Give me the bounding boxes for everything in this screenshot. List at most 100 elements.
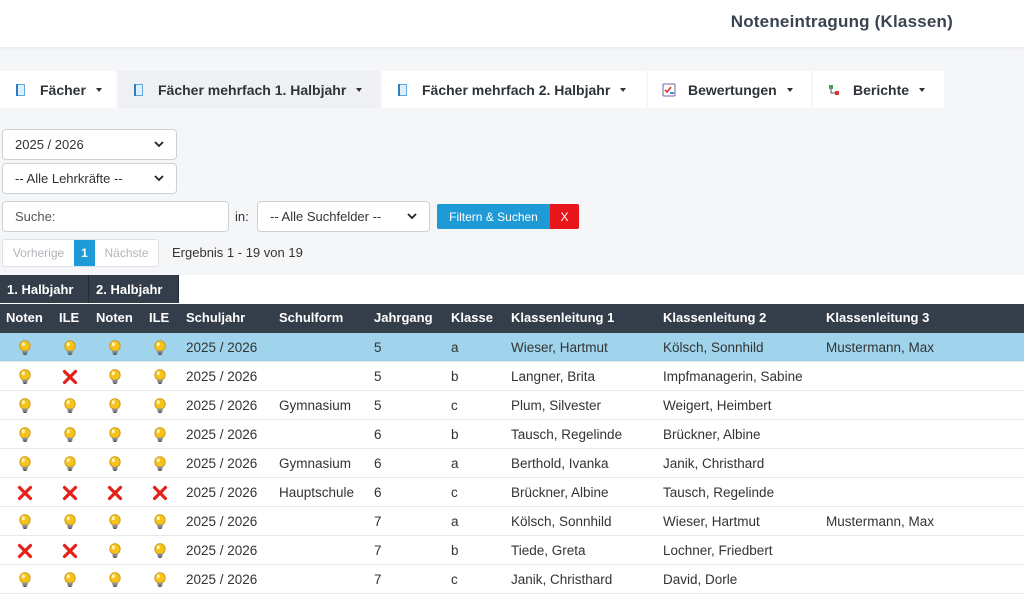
table-row[interactable]: 2025 / 2026 7 a Kölsch, Sonnhild Wieser, Har…: [0, 507, 1024, 536]
menu-berichte[interactable]: Berichte: [813, 71, 944, 108]
col-jahrgang[interactable]: Jahrgang: [374, 310, 433, 325]
cell-klassenleitung-3: Mustermann, Max: [826, 514, 935, 529]
cell-klasse: a: [451, 514, 459, 529]
lightbulb-icon[interactable]: [16, 571, 34, 589]
lightbulb-icon[interactable]: [151, 339, 169, 357]
cross-icon[interactable]: [61, 484, 79, 502]
menu-faecher[interactable]: Fächer: [0, 71, 116, 108]
lightbulb-icon[interactable]: [16, 513, 34, 531]
col-ile-1[interactable]: ILE: [59, 310, 79, 325]
lightbulb-icon[interactable]: [16, 339, 34, 357]
cell-klassenleitung-2: Weigert, Heimbert: [663, 398, 772, 413]
book-icon: [398, 83, 407, 96]
lightbulb-icon[interactable]: [61, 426, 79, 444]
cell-jahrgang: 7: [374, 543, 382, 558]
lightbulb-icon[interactable]: [61, 571, 79, 589]
lightbulb-icon[interactable]: [16, 455, 34, 473]
table-row[interactable]: 2025 / 2026 Hauptschule 6 c Brückner, Albine…: [0, 478, 1024, 507]
cross-icon[interactable]: [106, 484, 124, 502]
col-klassenleitung-2[interactable]: Klassenleitung 2: [663, 310, 766, 325]
search-placeholder: Suche:: [15, 209, 56, 224]
lightbulb-icon[interactable]: [106, 542, 124, 560]
cell-schuljahr: 2025 / 2026: [186, 543, 258, 558]
cross-icon[interactable]: [16, 484, 34, 502]
lightbulb-icon[interactable]: [106, 397, 124, 415]
caret-down-icon: [95, 87, 102, 92]
lightbulb-icon[interactable]: [61, 339, 79, 357]
cell-jahrgang: 6: [374, 485, 382, 500]
lightbulb-icon[interactable]: [106, 339, 124, 357]
search-fields-select[interactable]: -- Alle Suchfelder --: [257, 201, 430, 232]
lightbulb-icon[interactable]: [106, 513, 124, 531]
menu-label: Fächer mehrfach 2. Halbjahr: [422, 81, 611, 98]
menu-bewertungen[interactable]: Bewertungen: [648, 71, 811, 108]
cell-schulform: Hauptschule: [279, 485, 355, 500]
cell-klassenleitung-1: Berthold, Ivanka: [511, 456, 609, 471]
table-row[interactable]: 2025 / 2026 5 a Wieser, Hartmut Kölsch, Sonn…: [0, 333, 1024, 362]
lightbulb-icon[interactable]: [151, 513, 169, 531]
cross-icon[interactable]: [16, 542, 34, 560]
table-row[interactable]: 2025 / 2026 7 b Tiede, Greta Lochner, Friedb…: [0, 536, 1024, 565]
lightbulb-icon[interactable]: [151, 455, 169, 473]
tab-halbjahr-1[interactable]: 1. Halbjahr: [0, 275, 89, 303]
book-icon: [16, 83, 25, 96]
book-icon: [134, 83, 143, 96]
table-row[interactable]: 2025 / 2026 7 c Janik, Christhard David, Dor…: [0, 565, 1024, 594]
cell-jahrgang: 6: [374, 456, 382, 471]
table-row[interactable]: 2025 / 2026 6 b Tausch, Regelinde Brückner, …: [0, 420, 1024, 449]
lightbulb-icon[interactable]: [16, 368, 34, 386]
cross-icon[interactable]: [61, 542, 79, 560]
lightbulb-icon[interactable]: [61, 397, 79, 415]
search-input[interactable]: Suche:: [2, 201, 229, 232]
col-noten-2[interactable]: Noten: [96, 310, 133, 325]
cell-schuljahr: 2025 / 2026: [186, 572, 258, 587]
cell-klasse: c: [451, 572, 458, 587]
pager-next[interactable]: Nächste: [95, 240, 158, 266]
col-noten-1[interactable]: Noten: [6, 310, 43, 325]
lightbulb-icon[interactable]: [16, 426, 34, 444]
col-klassenleitung-3[interactable]: Klassenleitung 3: [826, 310, 929, 325]
table-row[interactable]: 2025 / 2026 Gymnasium 5 c Plum, Silvester Wei…: [0, 391, 1024, 420]
lightbulb-icon[interactable]: [106, 426, 124, 444]
cross-icon[interactable]: [61, 368, 79, 386]
pager-page-1[interactable]: 1: [74, 240, 95, 266]
chevron-down-icon: [154, 175, 164, 182]
cell-schuljahr: 2025 / 2026: [186, 340, 258, 355]
lightbulb-icon[interactable]: [61, 513, 79, 531]
col-schulform[interactable]: Schulform: [279, 310, 343, 325]
table-header: Noten ILE Noten ILE Schuljahr Schulform …: [0, 304, 1024, 333]
menu-bar: Fächer Fächer mehrfach 1. Halbjahr Fäche…: [0, 71, 946, 108]
menu-label: Berichte: [853, 81, 910, 98]
lightbulb-icon[interactable]: [151, 542, 169, 560]
col-klassenleitung-1[interactable]: Klassenleitung 1: [511, 310, 614, 325]
lightbulb-icon[interactable]: [16, 397, 34, 415]
cell-schulform: Gymnasium: [279, 456, 352, 471]
menu-faecher-mehrfach-1[interactable]: Fächer mehrfach 1. Halbjahr: [118, 71, 380, 108]
lightbulb-icon[interactable]: [106, 368, 124, 386]
pager-previous[interactable]: Vorherige: [3, 240, 74, 266]
lightbulb-icon[interactable]: [106, 455, 124, 473]
lightbulb-icon[interactable]: [106, 571, 124, 589]
cell-jahrgang: 5: [374, 369, 382, 384]
cross-icon[interactable]: [151, 484, 169, 502]
table-row[interactable]: 2025 / 2026 Gymnasium 6 a Berthold, Ivanka Ja…: [0, 449, 1024, 478]
table-row[interactable]: 2025 / 2026 5 b Langner, Brita Impfmanagerin…: [0, 362, 1024, 391]
year-select[interactable]: 2025 / 2026: [2, 129, 177, 160]
year-value: 2025 / 2026: [15, 137, 84, 152]
lightbulb-icon[interactable]: [151, 426, 169, 444]
tab-halbjahr-2[interactable]: 2. Halbjahr: [89, 275, 179, 303]
clear-filter-button[interactable]: X: [550, 204, 579, 229]
lightbulb-icon[interactable]: [151, 368, 169, 386]
col-ile-2[interactable]: ILE: [149, 310, 169, 325]
lightbulb-icon[interactable]: [61, 455, 79, 473]
col-schuljahr[interactable]: Schuljahr: [186, 310, 245, 325]
cell-klassenleitung-2: Janik, Christhard: [663, 456, 765, 471]
teacher-select[interactable]: -- Alle Lehrkräfte --: [2, 163, 177, 194]
lightbulb-icon[interactable]: [151, 571, 169, 589]
filter-search-button[interactable]: Filtern & Suchen: [437, 204, 550, 229]
menu-faecher-mehrfach-2[interactable]: Fächer mehrfach 2. Halbjahr: [382, 71, 646, 108]
cell-klassenleitung-1: Tiede, Greta: [511, 543, 586, 558]
lightbulb-icon[interactable]: [151, 397, 169, 415]
cell-klassenleitung-3: Mustermann, Max: [826, 340, 935, 355]
col-klasse[interactable]: Klasse: [451, 310, 493, 325]
